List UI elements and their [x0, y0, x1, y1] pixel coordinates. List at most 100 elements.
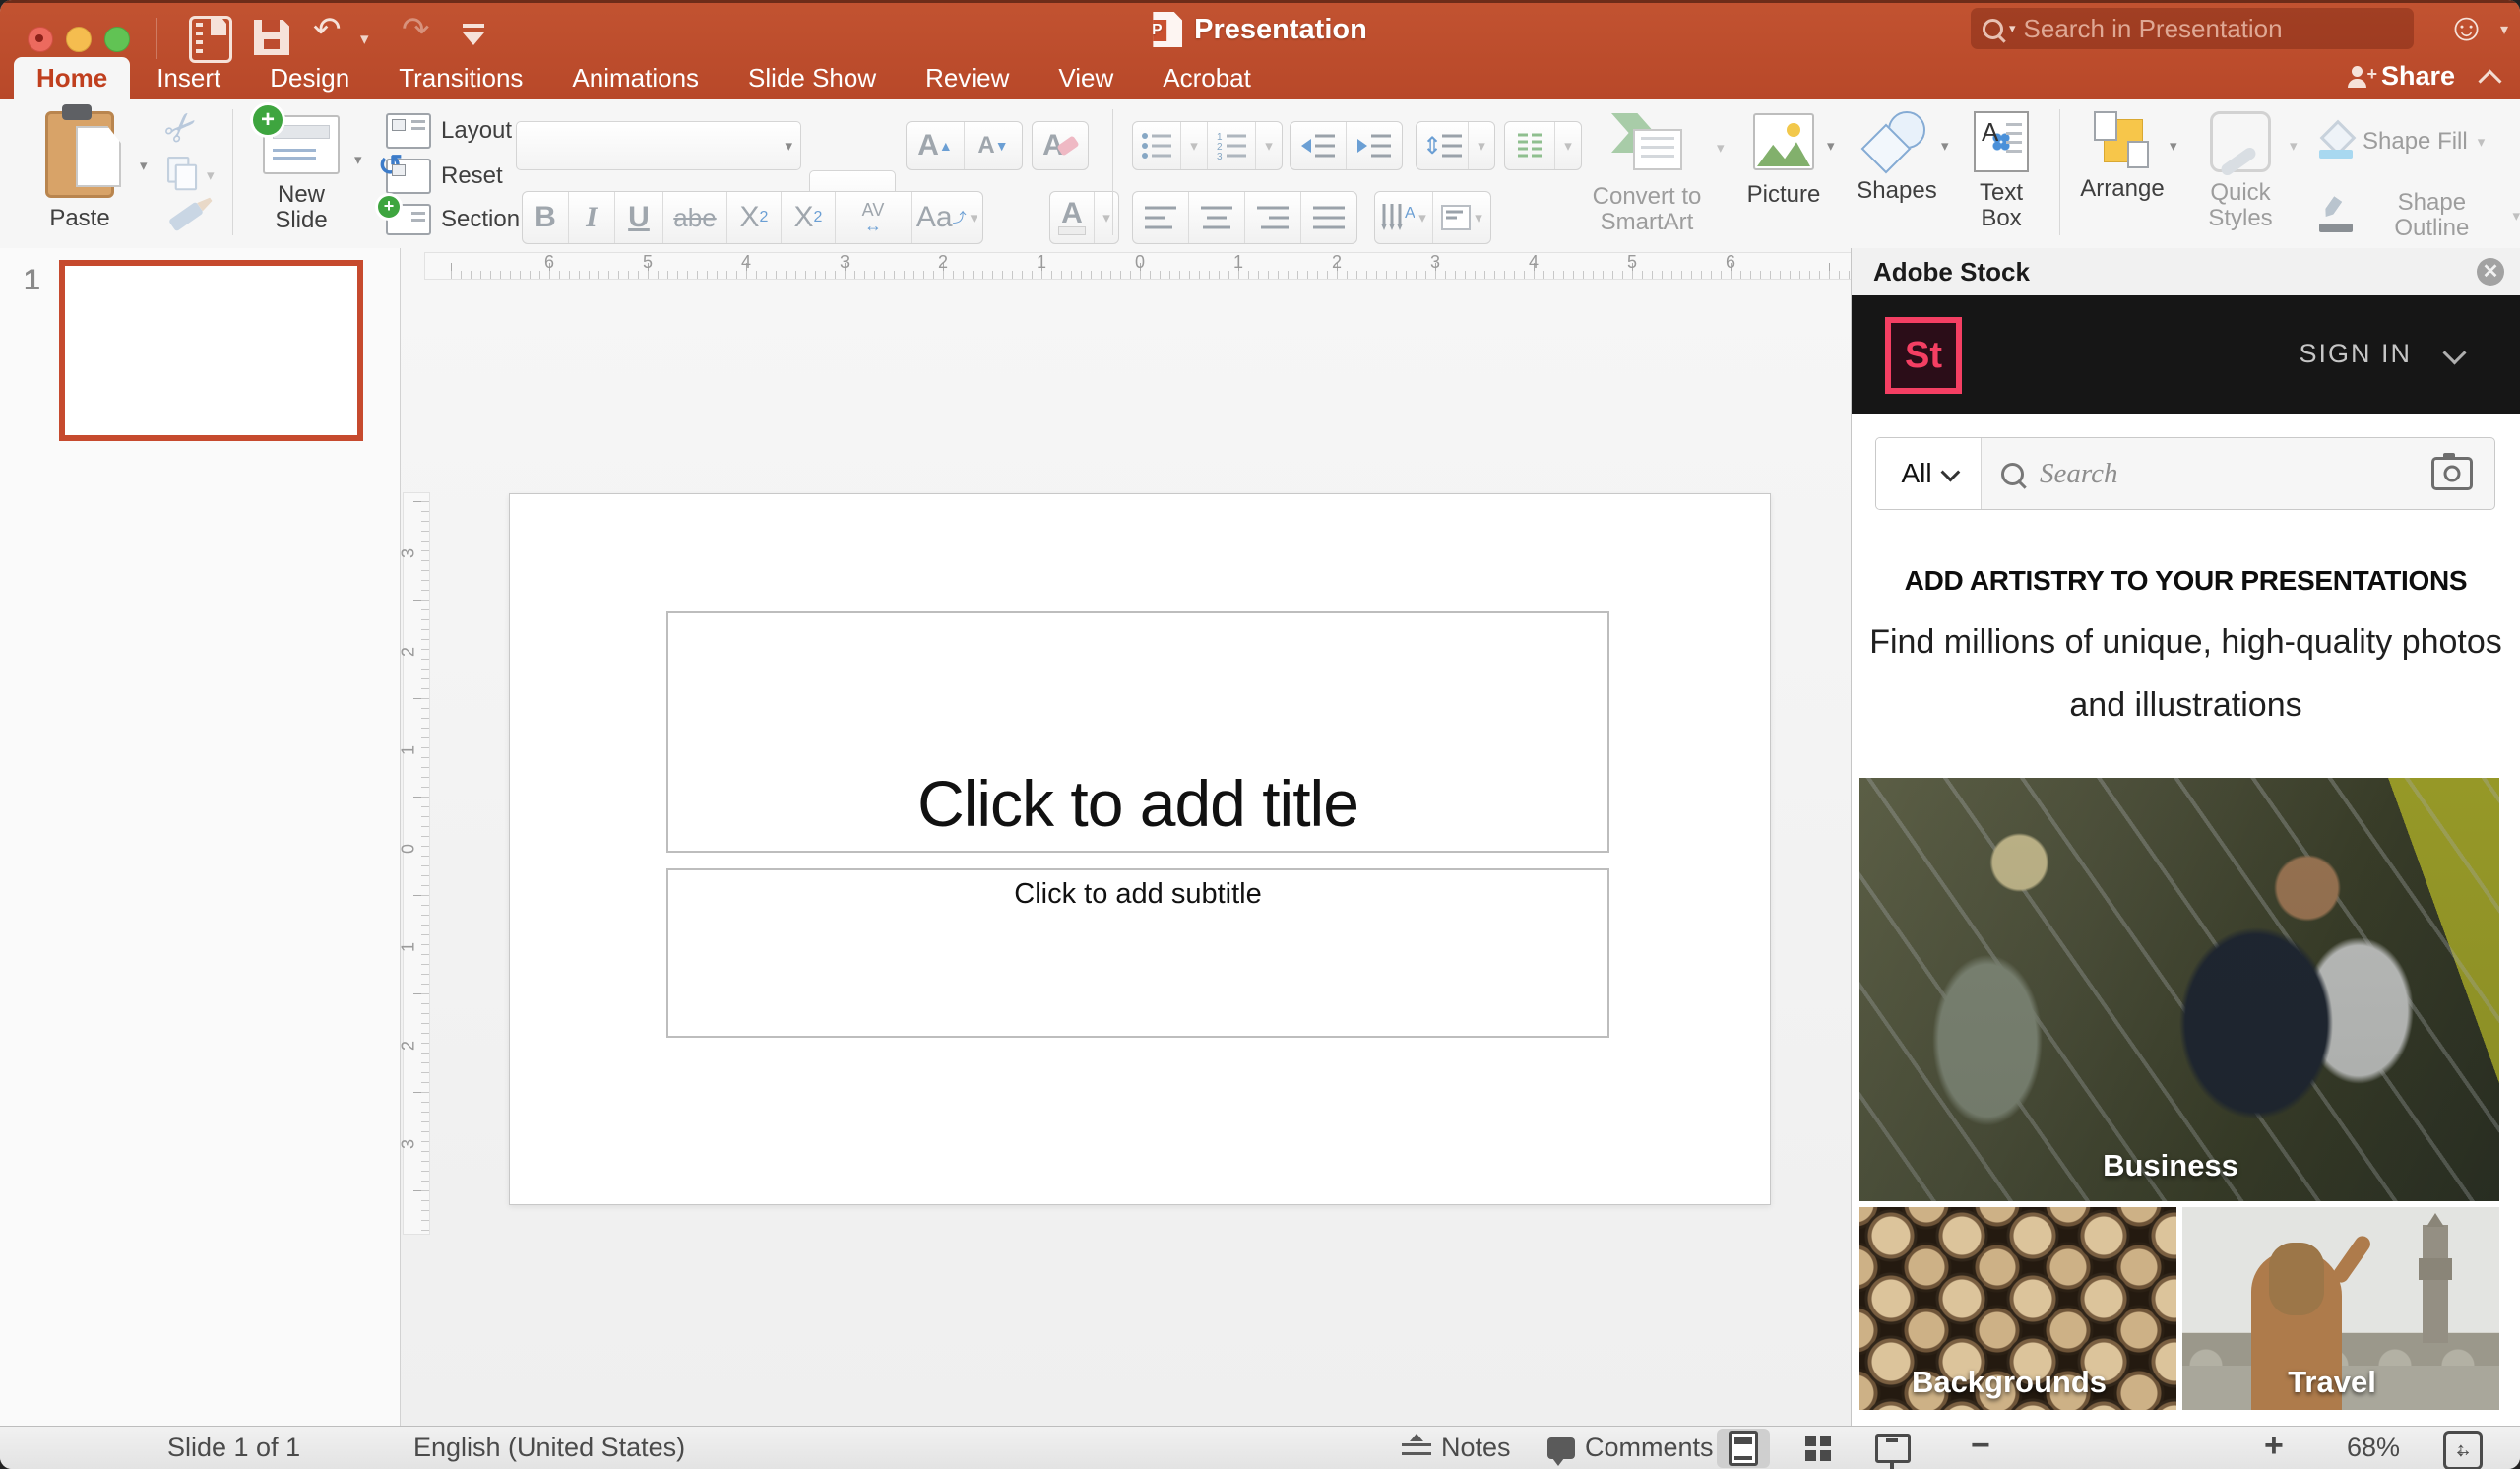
subscript-button[interactable]: X2: [782, 192, 836, 243]
underline-button[interactable]: U: [615, 192, 663, 243]
category-business[interactable]: Business: [1859, 778, 2499, 1201]
zoom-in-button[interactable]: +: [2264, 1427, 2284, 1465]
notes-button[interactable]: Notes: [1402, 1433, 1511, 1463]
search-filter-dropdown[interactable]: All: [1876, 438, 1982, 509]
slide-thumbnail-1[interactable]: [59, 260, 363, 441]
sign-in-chevron-icon[interactable]: [2442, 341, 2466, 364]
picture-button[interactable]: Picture: [1744, 113, 1823, 208]
bullets-button[interactable]: [1133, 122, 1181, 169]
tab-review[interactable]: Review: [903, 57, 1032, 99]
adobe-search-field[interactable]: [1982, 438, 2494, 509]
feedback-smiley-button[interactable]: ☺: [2446, 6, 2487, 50]
align-center-button[interactable]: [1189, 192, 1245, 243]
line-spacing-button[interactable]: ⇕: [1417, 122, 1469, 169]
decrease-indent-button[interactable]: [1291, 122, 1347, 169]
vertical-ruler[interactable]: 3 2 1 0 1 2 3: [403, 492, 430, 1235]
tab-design[interactable]: Design: [247, 57, 372, 99]
toggle-sidebar-button[interactable]: [189, 16, 232, 63]
cut-button[interactable]: ✂: [165, 105, 199, 151]
titlebar-search[interactable]: ▾: [1971, 8, 2414, 49]
copy-button[interactable]: ▾: [167, 157, 215, 194]
zoom-out-button[interactable]: −: [1971, 1427, 1990, 1465]
font-color-dropdown[interactable]: ▾: [1095, 192, 1118, 243]
close-window-button[interactable]: [28, 27, 53, 52]
share-button[interactable]: + Share: [2348, 61, 2455, 92]
undo-dropdown[interactable]: ▾: [360, 18, 369, 61]
italic-button[interactable]: I: [569, 192, 615, 243]
customize-toolbar-button[interactable]: [461, 22, 486, 47]
tab-slide-show[interactable]: Slide Show: [725, 57, 899, 99]
minimize-window-button[interactable]: [66, 27, 92, 52]
quick-styles-dropdown[interactable]: ▾: [2290, 137, 2298, 155]
search-input[interactable]: [2022, 13, 2402, 45]
tab-acrobat[interactable]: Acrobat: [1140, 57, 1274, 99]
paste-button[interactable]: Paste: [26, 107, 134, 231]
shape-fill-button[interactable]: Shape Fill▾: [2319, 125, 2485, 159]
horizontal-ruler[interactable]: 6 5 4 3 2 1 0 1 2 3 4 5 6: [424, 252, 1852, 280]
adobe-search-input[interactable]: [2038, 457, 2418, 491]
increase-indent-button[interactable]: [1347, 122, 1402, 169]
justify-button[interactable]: [1301, 192, 1356, 243]
bullets-dropdown[interactable]: ▾: [1181, 122, 1208, 169]
category-travel[interactable]: Travel: [2182, 1207, 2499, 1410]
tab-insert[interactable]: Insert: [134, 57, 243, 99]
subtitle-placeholder[interactable]: Click to add subtitle: [666, 868, 1609, 1038]
tab-animations[interactable]: Animations: [549, 57, 722, 99]
smartart-dropdown[interactable]: ▾: [1717, 139, 1725, 157]
text-box-button[interactable]: Text Box: [1965, 111, 2038, 231]
paste-dropdown[interactable]: ▾: [140, 157, 148, 174]
new-slide-button[interactable]: + New Slide: [254, 107, 348, 233]
align-right-button[interactable]: [1245, 192, 1301, 243]
normal-view-button[interactable]: [1717, 1429, 1770, 1468]
tab-view[interactable]: View: [1036, 57, 1136, 99]
character-spacing-button[interactable]: AV ↔: [836, 192, 912, 243]
section-button[interactable]: + Section▾: [386, 204, 537, 235]
align-left-button[interactable]: [1133, 192, 1189, 243]
new-slide-dropdown[interactable]: ▾: [354, 151, 362, 168]
zoom-level[interactable]: 68%: [2347, 1433, 2400, 1463]
shapes-dropdown[interactable]: ▾: [1941, 137, 1949, 155]
tab-home[interactable]: Home: [14, 57, 130, 99]
numbering-button[interactable]: 123: [1208, 122, 1256, 169]
format-painter-button[interactable]: [169, 210, 203, 224]
sign-in-button[interactable]: SIGN IN: [2299, 339, 2412, 369]
slideshow-view-button[interactable]: [1866, 1429, 1920, 1468]
collapse-ribbon-button[interactable]: [2478, 69, 2501, 93]
quick-styles-button[interactable]: Quick Styles: [2193, 111, 2288, 231]
save-button[interactable]: [254, 20, 289, 55]
decrease-font-size-button[interactable]: A▼: [965, 122, 1022, 169]
zoom-window-button[interactable]: [104, 27, 130, 52]
shape-outline-button[interactable]: Shape Outline▾: [2319, 190, 2520, 241]
columns-button[interactable]: [1505, 122, 1555, 169]
arrange-dropdown[interactable]: ▾: [2170, 137, 2177, 155]
slide-editor[interactable]: Click to add title Click to add subtitle: [509, 493, 1771, 1205]
bold-button[interactable]: B: [523, 192, 569, 243]
tab-transitions[interactable]: Transitions: [376, 57, 545, 99]
clear-formatting-button[interactable]: A: [1032, 121, 1089, 170]
comments-button[interactable]: Comments: [1547, 1433, 1714, 1463]
slide-sorter-view-button[interactable]: [1792, 1429, 1845, 1468]
align-text-button[interactable]: ▾: [1433, 192, 1490, 243]
shapes-button[interactable]: Shapes: [1855, 111, 1939, 204]
change-case-button[interactable]: Aa⤴▾: [912, 192, 982, 243]
text-direction-button[interactable]: A ▾: [1375, 192, 1433, 243]
numbering-dropdown[interactable]: ▾: [1256, 122, 1282, 169]
undo-button[interactable]: ↶: [313, 8, 342, 51]
picture-dropdown[interactable]: ▾: [1827, 137, 1835, 155]
fit-slide-button[interactable]: ↔↔: [2443, 1431, 2483, 1469]
title-placeholder[interactable]: Click to add title: [666, 611, 1609, 853]
reset-button[interactable]: ↺ Reset: [386, 159, 503, 194]
font-name-combobox[interactable]: ▾: [516, 121, 801, 170]
layout-button[interactable]: Layout▾: [386, 113, 530, 149]
convert-to-smartart-button[interactable]: Convert to SmartArt: [1583, 113, 1711, 235]
increase-font-size-button[interactable]: A▲: [907, 122, 965, 169]
close-panel-button[interactable]: ✕: [2477, 258, 2504, 286]
columns-dropdown[interactable]: ▾: [1555, 122, 1581, 169]
redo-button[interactable]: ↷: [402, 8, 430, 51]
strikethrough-button[interactable]: abe: [663, 192, 727, 243]
visual-search-camera-button[interactable]: [2431, 457, 2473, 490]
language-button[interactable]: English (United States): [413, 1433, 685, 1463]
arrange-button[interactable]: Arrange: [2077, 111, 2168, 202]
category-backgrounds[interactable]: Backgrounds: [1859, 1207, 2176, 1410]
superscript-button[interactable]: X2: [727, 192, 782, 243]
